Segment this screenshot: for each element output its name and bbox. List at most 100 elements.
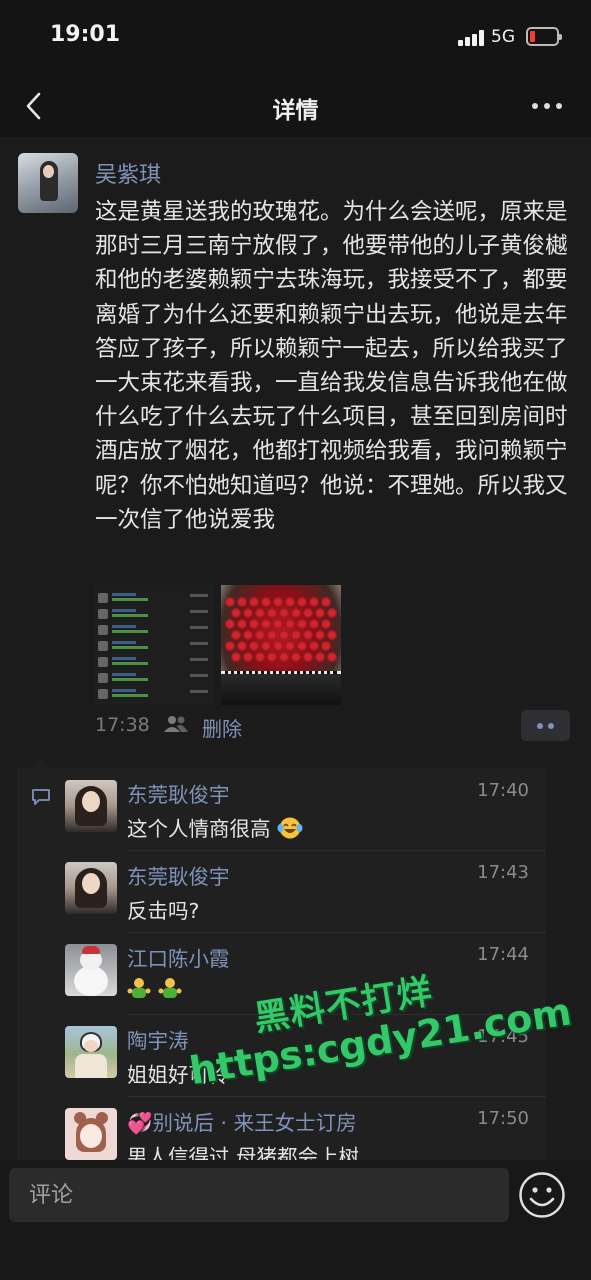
like-comment-button[interactable] (521, 710, 570, 741)
delete-button[interactable]: 删除 (202, 713, 242, 742)
more-options-icon[interactable] (532, 103, 564, 111)
rose-dot (237, 619, 247, 629)
commenter-avatar[interactable] (65, 1026, 117, 1078)
rose-dot (285, 619, 295, 629)
rose-dot (231, 608, 241, 618)
post-text: 这是黄星送我的玫瑰花。为什么会送呢，原来是那时三月三南宁放假了，他要带他的儿子黄… (95, 199, 568, 533)
rose-dot (291, 652, 301, 662)
post-image-chat-screenshot[interactable] (94, 585, 214, 705)
laughing-tears-emoji-icon (277, 817, 303, 839)
commenter-avatar[interactable] (65, 944, 117, 996)
commenter-name[interactable]: 江口陈小霞 (127, 942, 230, 972)
rose-dot (327, 608, 337, 618)
comment-time: 17:40 (477, 780, 529, 801)
rose-dot (297, 597, 307, 607)
rose-dot (327, 652, 337, 662)
emoji-smiley-icon[interactable] (517, 1170, 567, 1220)
rose-dot (243, 630, 253, 640)
commenter-avatar[interactable] (65, 862, 117, 914)
green-figure-emoji-icon (127, 978, 151, 998)
rose-dot (231, 630, 241, 640)
rose-dot (321, 619, 331, 629)
chat-thumb-row (98, 673, 210, 685)
commenter-name[interactable]: 东莞耿俊宇 (127, 778, 230, 808)
rose-dot (285, 641, 295, 651)
rose-dot (315, 652, 325, 662)
battery-icon (526, 27, 562, 46)
rose-dot (303, 652, 313, 662)
rose-dot (303, 630, 313, 640)
rose-dot (261, 641, 271, 651)
rose-dot (315, 630, 325, 640)
rose-dot (267, 608, 277, 618)
comment-text: 姐姐好可怜 (127, 1063, 230, 1087)
comment-time: 17:44 (477, 944, 529, 965)
comment-text-content: 这个人情商很高 (127, 817, 271, 841)
rose-dot (309, 619, 319, 629)
status-time: 19:01 (50, 22, 121, 47)
rose-dot (255, 630, 265, 640)
rose-dot (237, 641, 247, 651)
comment-item[interactable]: 江口陈小霞 17:44 (65, 932, 546, 1014)
rose-dot (279, 608, 289, 618)
rose-dot (297, 619, 307, 629)
rose-dot (327, 630, 337, 640)
rose-dot (309, 597, 319, 607)
rose-dot (273, 597, 283, 607)
post-image-rose-bouquet[interactable] (221, 585, 341, 705)
rose-dot (255, 652, 265, 662)
rose-dot (297, 641, 307, 651)
signal-icon (458, 30, 484, 46)
comment-text: 反击吗? (127, 899, 200, 923)
rose-dot (225, 619, 235, 629)
page-title: 详情 (272, 98, 319, 124)
comment-input[interactable] (9, 1168, 509, 1222)
comment-item[interactable]: 东莞耿俊宇 17:43 反击吗? (65, 850, 546, 932)
comments-panel: 东莞耿俊宇 17:40 这个人情商很高 东莞耿俊宇 17:43 反击吗? 江口陈… (17, 758, 546, 1169)
rose-dot (255, 608, 265, 618)
comment-input-bar (0, 1160, 591, 1280)
rose-dot (231, 652, 241, 662)
commenter-name[interactable]: 💞别说后 · 来王女士订房 (127, 1106, 357, 1136)
commenter-name[interactable]: 东莞耿俊宇 (127, 860, 230, 890)
post-time: 17:38 (95, 714, 150, 736)
rose-dot (291, 608, 301, 618)
comment-text (127, 976, 182, 1001)
rose-dot (303, 608, 313, 618)
rose-dot (243, 608, 253, 618)
chat-thumb-row (98, 625, 210, 637)
chat-thumb-row (98, 593, 210, 605)
comment-time: 17:50 (477, 1108, 529, 1129)
rose-dot (321, 597, 331, 607)
status-bar: 19:01 5G (0, 0, 591, 75)
rose-dot (279, 652, 289, 662)
author-name[interactable]: 吴紫琪 (95, 157, 161, 189)
comment-item[interactable]: 陶宇涛 17:45 姐姐好可怜 (65, 1014, 546, 1096)
rose-dot (249, 641, 259, 651)
chat-thumb-row (98, 657, 210, 669)
rose-dot (225, 597, 235, 607)
commenter-avatar[interactable] (65, 1108, 117, 1160)
rose-dot (273, 641, 283, 651)
rose-dot (225, 641, 235, 651)
network-type: 5G (491, 27, 515, 47)
rose-dot (267, 652, 277, 662)
rose-dot (279, 630, 289, 640)
rose-dot (309, 641, 319, 651)
rose-dot (285, 597, 295, 607)
comment-item[interactable]: 东莞耿俊宇 17:40 这个人情商很高 (65, 768, 546, 850)
commenter-name[interactable]: 陶宇涛 (127, 1024, 189, 1054)
commenter-name-text: 别说后 · 来王女士订房 (152, 1111, 357, 1135)
comment-icon (32, 789, 50, 805)
chat-thumb-row (98, 641, 210, 653)
author-avatar[interactable] (18, 153, 78, 213)
moment-detail: 吴紫琪 这是黄星送我的玫瑰花。为什么会送呢，原来是那时三月三南宁放假了，他要带他… (0, 137, 591, 1169)
rose-dot (321, 641, 331, 651)
commenter-avatar[interactable] (65, 780, 117, 832)
visibility-people-icon (164, 716, 188, 732)
rose-dot (267, 630, 277, 640)
rose-dot (249, 597, 259, 607)
rose-dot (249, 619, 259, 629)
comment-time: 17:45 (477, 1026, 529, 1047)
green-figure-emoji-icon (158, 978, 182, 998)
